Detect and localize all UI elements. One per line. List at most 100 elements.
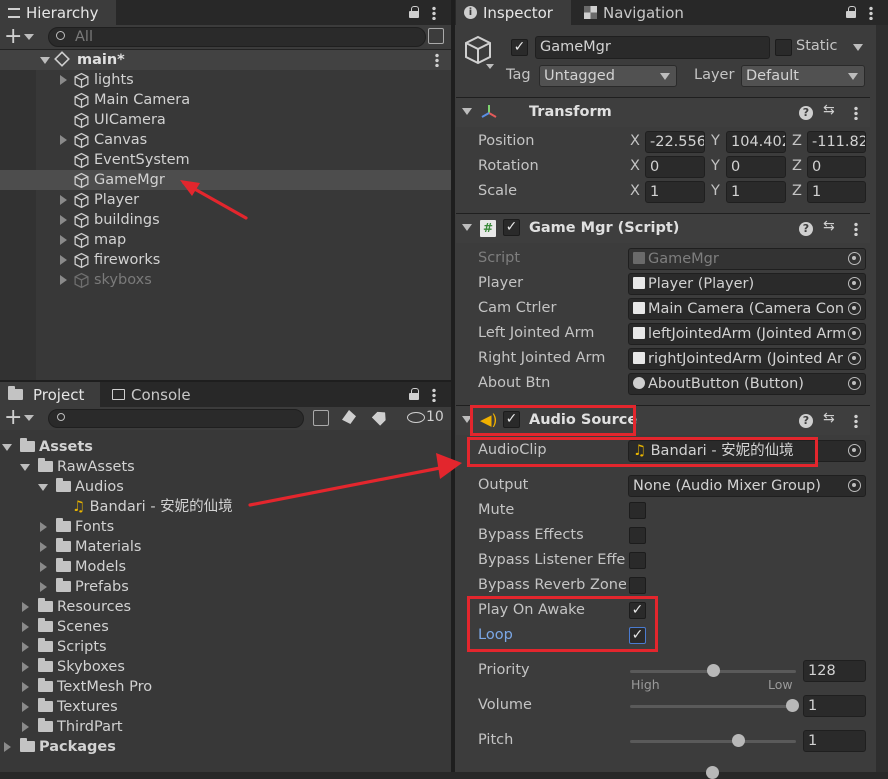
mute-checkbox[interactable] [629,502,646,519]
expand-arrow-icon[interactable] [60,75,67,85]
position-z-field[interactable]: -111.82 [807,131,866,153]
chevron-down-icon[interactable] [24,34,34,40]
add-icon[interactable]: + [4,405,22,431]
folder-item[interactable]: ThirdPart [38,717,123,737]
more-options-icon[interactable] [432,6,436,20]
static-checkbox[interactable] [775,39,792,56]
expand-arrow-icon[interactable] [60,275,67,285]
tag-dropdown[interactable]: Untagged [539,65,677,87]
folder-item[interactable]: TextMesh Pro [38,677,152,697]
expand-arrow-icon[interactable] [60,135,67,145]
position-y-field[interactable]: 104.402 [726,131,786,153]
volume-slider-track[interactable] [630,705,796,708]
pitch-slider-track[interactable] [630,740,796,743]
help-icon[interactable]: ? [799,106,813,120]
hierarchy-item[interactable]: Canvas [94,130,147,150]
folder-item[interactable]: Audios [56,477,124,497]
hierarchy-item[interactable]: UICamera [94,110,166,130]
expand-arrow-icon[interactable] [4,742,11,752]
script-field-value[interactable]: leftJointedArm (Jointed Arm [628,323,866,345]
chevron-down-icon[interactable] [24,415,34,421]
more-options-icon[interactable] [869,6,873,20]
priority-field[interactable]: 128 [803,660,866,682]
expand-arrow-icon[interactable] [22,602,29,612]
scale-y-field[interactable]: 1 [726,181,786,203]
active-checkbox[interactable]: ✓ [511,39,528,56]
expand-arrow-icon[interactable] [2,444,12,451]
layer-dropdown[interactable]: Default [741,65,865,87]
project-search-input[interactable] [48,409,304,428]
help-icon[interactable]: ? [799,222,813,236]
lock-icon[interactable] [409,6,419,18]
expand-arrow-icon[interactable] [60,235,67,245]
pitch-field[interactable]: 1 [803,730,866,752]
icon-dropdown-icon[interactable] [486,64,494,69]
script-field-value[interactable]: Player (Player) [628,273,866,295]
hierarchy-item[interactable]: lights [94,70,134,90]
hierarchy-item[interactable]: Main Camera [94,90,190,110]
volume-slider-handle[interactable] [786,699,799,712]
volume-field[interactable]: 1 [803,695,866,717]
hierarchy-item[interactable]: EventSystem [94,150,190,170]
output-field[interactable]: None (Audio Mixer Group) [628,475,866,497]
tab-hierarchy[interactable]: Hierarchy [0,0,116,25]
script-field-value[interactable]: rightJointedArm (Jointed Ar [628,348,866,370]
more-options-icon[interactable] [432,388,436,402]
presets-icon[interactable]: ⇆ [823,410,835,426]
expand-arrow-icon[interactable] [40,582,47,592]
expand-arrow-icon[interactable] [22,642,29,652]
folder-item[interactable]: Skyboxes [38,657,125,677]
component-menu-icon[interactable] [854,222,858,236]
object-picker-icon[interactable] [848,352,861,365]
static-dropdown-icon[interactable] [853,44,863,51]
tab-inspector[interactable]: i Inspector [456,0,571,25]
component-menu-icon[interactable] [854,414,858,428]
tab-navigation[interactable]: Navigation [576,0,692,25]
folder-item[interactable]: Textures [38,697,118,717]
search-mode-icon[interactable] [428,28,444,44]
object-picker-icon[interactable] [848,479,861,492]
folder-item[interactable]: RawAssets [38,457,135,477]
position-x-field[interactable]: -22.556 [645,131,705,153]
hierarchy-item[interactable]: map [94,230,126,250]
bypass-effects-checkbox[interactable] [629,527,646,544]
expand-arrow-icon[interactable] [22,622,29,632]
folder-item[interactable]: Prefabs [56,577,129,597]
script-field-value[interactable]: AboutButton (Button) [628,373,866,395]
object-picker-icon[interactable] [848,444,861,457]
priority-slider-handle[interactable] [707,664,720,677]
search-input[interactable]: All [48,27,426,47]
object-picker-icon[interactable] [848,302,861,315]
object-picker-icon[interactable] [848,252,861,265]
expand-arrow-icon[interactable] [60,255,67,265]
object-picker-icon[interactable] [848,277,861,290]
folder-item[interactable]: Models [56,557,126,577]
audio-file-item[interactable]: ♫ Bandari - 安妮的仙境 [72,497,233,517]
bypass-reverb-checkbox[interactable] [629,577,646,594]
folder-item[interactable]: Packages [20,737,116,757]
rotation-z-field[interactable]: 0 [807,156,866,178]
bypass-listener-checkbox[interactable] [629,552,646,569]
help-icon[interactable]: ? [799,414,813,428]
expand-arrow-icon[interactable] [40,522,47,532]
hierarchy-item[interactable]: buildings [94,210,160,230]
collapse-arrow-icon[interactable] [462,224,472,231]
hierarchy-item[interactable]: skyboxs [94,270,152,290]
expand-arrow-icon[interactable] [60,215,67,225]
hierarchy-item[interactable]: Player [94,190,139,210]
expand-arrow-icon[interactable] [22,662,29,672]
next-slider-handle[interactable] [706,766,719,779]
folder-item[interactable]: Resources [38,597,131,617]
script-enabled-checkbox[interactable]: ✓ [503,219,520,236]
lock-icon[interactable] [409,388,419,400]
expand-arrow-icon[interactable] [40,57,50,64]
lock-icon[interactable] [846,6,856,18]
component-menu-icon[interactable] [854,106,858,120]
expand-arrow-icon[interactable] [22,682,29,692]
expand-arrow-icon[interactable] [60,195,67,205]
rotation-x-field[interactable]: 0 [645,156,705,178]
expand-arrow-icon[interactable] [22,702,29,712]
folder-item[interactable]: Fonts [56,517,114,537]
script-field-value[interactable]: GameMgr [628,248,866,270]
expand-arrow-icon[interactable] [22,722,29,732]
